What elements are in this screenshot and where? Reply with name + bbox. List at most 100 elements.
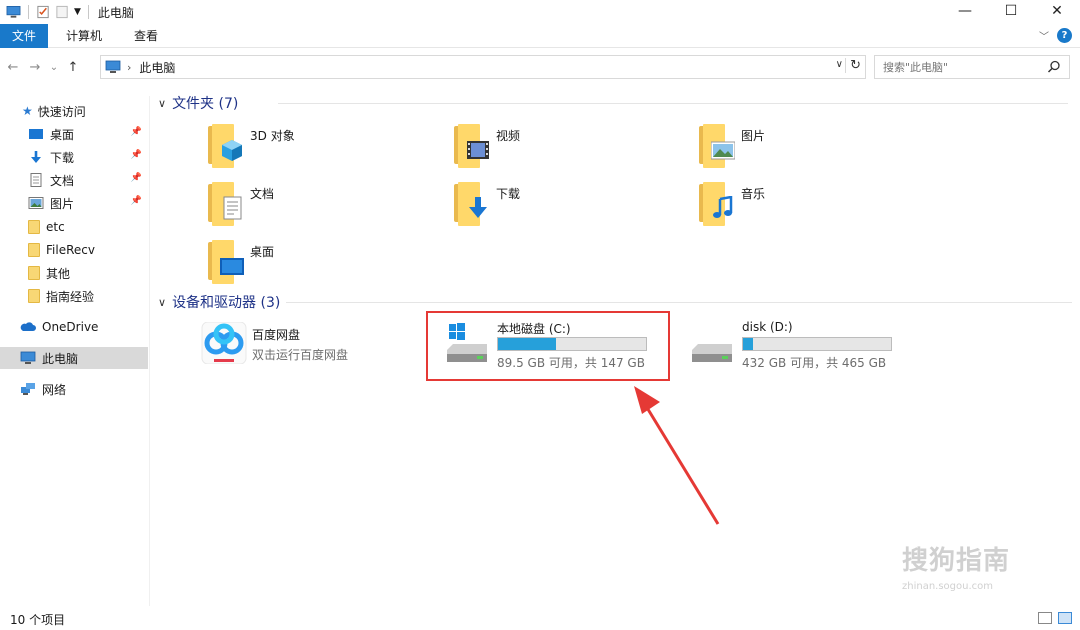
address-bar[interactable]: › 此电脑 ∨ ↻	[100, 55, 866, 79]
sidebar-item-documents[interactable]: 文档 📌	[0, 169, 148, 191]
sidebar-item-filerecv[interactable]: FileRecv	[0, 239, 148, 261]
folder-music[interactable]: 音乐	[699, 182, 929, 230]
folder-videos[interactable]: 视频	[454, 124, 684, 172]
folder-icon	[28, 243, 40, 257]
sidebar-item-label: FileRecv	[46, 243, 95, 257]
folder-icon	[454, 124, 492, 168]
sidebar-item-network[interactable]: 网络	[0, 378, 148, 400]
forward-button[interactable]: →	[26, 60, 44, 75]
back-button[interactable]: ←	[4, 60, 22, 75]
computer-icon	[105, 60, 121, 73]
breadcrumb-this-pc[interactable]: 此电脑	[139, 59, 175, 76]
capacity-bar	[742, 337, 892, 351]
computer-icon	[20, 351, 36, 364]
search-icon[interactable]	[1047, 60, 1061, 74]
help-icon[interactable]: ?	[1057, 28, 1072, 43]
sidebar-item-label: 网络	[42, 382, 67, 397]
large-icons-view-button[interactable]	[1058, 612, 1072, 624]
tab-file[interactable]: 文件	[0, 23, 48, 48]
breadcrumb-separator[interactable]: ›	[127, 61, 131, 74]
folder-icon	[208, 182, 246, 226]
sidebar-item-label: 图片	[50, 196, 75, 211]
folder-downloads[interactable]: 下载	[454, 182, 684, 230]
chevron-down-icon[interactable]: ∨	[158, 97, 166, 110]
folder-icon	[454, 182, 492, 226]
sidebar-item-guide[interactable]: 指南经验	[0, 285, 148, 307]
folder-label: 音乐	[741, 187, 766, 201]
document-icon	[30, 173, 42, 187]
collapse-ribbon-icon[interactable]: ﹀	[1039, 28, 1049, 43]
sidebar-item-etc[interactable]: etc	[0, 216, 148, 238]
address-dropdown-icon[interactable]: ∨	[836, 59, 843, 70]
watermark: 搜狗指南 zhinan.sogou.com	[902, 540, 1010, 592]
recent-locations-button[interactable]: ⌄	[48, 62, 60, 73]
folder-3d-objects[interactable]: 3D 对象	[208, 124, 438, 172]
pin-icon[interactable]: 📌	[131, 150, 142, 160]
ribbon-tabs: 文件 计算机 查看 ﹀ ?	[0, 23, 1080, 48]
folder-documents[interactable]: 文档	[208, 182, 438, 230]
section-divider	[278, 103, 1068, 104]
folder-label: 3D 对象	[250, 129, 295, 143]
details-view-button[interactable]	[1038, 612, 1052, 624]
sidebar-item-quick-access[interactable]: ★ 快速访问	[0, 100, 148, 122]
sidebar-item-label: etc	[46, 220, 65, 234]
customize-toolbar-icon[interactable]: ▼	[74, 7, 81, 17]
sidebar-item-desktop[interactable]: 桌面 📌	[0, 123, 148, 145]
section-divider	[286, 302, 1072, 303]
folder-icon	[699, 124, 737, 168]
device-name: 百度网盘	[252, 328, 301, 342]
item-count: 10 个项目	[10, 612, 66, 627]
sidebar-item-other[interactable]: 其他	[0, 262, 148, 284]
folder-desktop[interactable]: 桌面	[208, 240, 438, 288]
search-input[interactable]	[883, 57, 1043, 77]
sidebar-item-label: 文档	[50, 173, 75, 188]
refresh-button[interactable]: ↻	[845, 58, 861, 73]
documents-icon	[223, 196, 242, 220]
sidebar-item-pictures[interactable]: 图片 📌	[0, 192, 148, 214]
section-header-devices[interactable]: ∨ 设备和驱动器 (3)	[158, 293, 1072, 311]
video-icon	[467, 141, 489, 159]
picture-icon	[28, 197, 44, 209]
quick-access-toolbar: ▼	[6, 5, 92, 19]
pin-icon[interactable]: 📌	[131, 196, 142, 206]
pin-icon[interactable]: 📌	[131, 173, 142, 183]
sidebar-item-label: 桌面	[50, 127, 75, 142]
properties-icon[interactable]	[36, 5, 51, 19]
sidebar-item-onedrive[interactable]: OneDrive	[0, 316, 148, 338]
annotation-highlight-box	[426, 311, 670, 381]
minimize-button[interactable]: —	[942, 0, 988, 22]
navigation-bar: ← → ⌄ ↑ › 此电脑 ∨ ↻	[0, 52, 1080, 82]
navigation-pane: ★ 快速访问 桌面 📌 下载 📌 文档 📌 图片 📌 etc FileRecv …	[0, 96, 150, 606]
tab-computer[interactable]: 计算机	[52, 24, 116, 48]
folder-icon	[28, 266, 40, 280]
sidebar-item-label: OneDrive	[42, 320, 99, 334]
close-button[interactable]: ✕	[1034, 0, 1080, 22]
sidebar-item-label: 下载	[50, 150, 75, 165]
search-box[interactable]	[874, 55, 1070, 79]
maximize-button[interactable]: ☐	[988, 0, 1034, 22]
watermark-text: 搜狗指南	[902, 546, 1011, 576]
new-folder-icon[interactable]	[55, 5, 70, 19]
device-subtitle: 双击运行百度网盘	[252, 348, 349, 362]
computer-icon	[6, 6, 21, 18]
device-free-space: 432 GB 可用，共 465 GB	[742, 356, 887, 370]
sidebar-item-label: 其他	[46, 266, 71, 281]
section-header-folders[interactable]: ∨ 文件夹 (7)	[158, 94, 1068, 112]
tab-view[interactable]: 查看	[120, 24, 172, 48]
up-button[interactable]: ↑	[64, 60, 82, 75]
desktop-icon	[29, 129, 43, 139]
pin-icon[interactable]: 📌	[131, 127, 142, 137]
folder-pictures[interactable]: 图片	[699, 124, 929, 172]
sidebar-item-downloads[interactable]: 下载 📌	[0, 146, 148, 168]
baidu-netdisk-icon	[201, 322, 247, 364]
chevron-down-icon[interactable]: ∨	[158, 296, 166, 309]
network-icon	[21, 383, 35, 395]
device-disk-d[interactable]: disk (D:) 432 GB 可用，共 465 GB	[688, 320, 908, 372]
window-title: 此电脑	[97, 5, 134, 20]
star-icon: ★	[22, 104, 33, 118]
annotation-arrow	[634, 386, 720, 525]
folder-label: 视频	[496, 129, 521, 143]
folder-label: 下载	[496, 187, 521, 201]
device-baidu-netdisk[interactable]: 百度网盘 双击运行百度网盘	[200, 322, 420, 378]
sidebar-item-this-pc[interactable]: 此电脑	[0, 347, 148, 369]
